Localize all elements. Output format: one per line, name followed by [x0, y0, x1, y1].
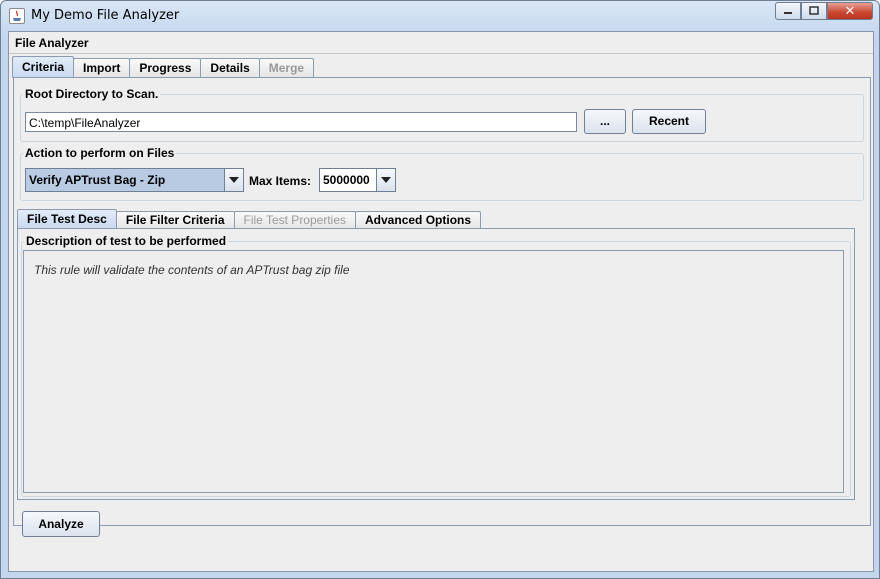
max-items-select[interactable]: 5000000 — [319, 168, 396, 192]
chevron-down-icon[interactable] — [224, 169, 243, 191]
description-text: This rule will validate the contents of … — [34, 263, 350, 277]
tab-advanced-options[interactable]: Advanced Options — [355, 211, 482, 229]
tab-progress[interactable]: Progress — [129, 58, 202, 78]
client-area: File Analyzer Criteria Import Progress D… — [8, 31, 874, 572]
action-select[interactable]: Verify APTrust Bag - Zip — [25, 168, 244, 192]
close-icon: ✕ — [844, 3, 856, 19]
main-tab-bar: Criteria Import Progress Details Merge — [12, 56, 315, 78]
chevron-down-icon[interactable] — [376, 169, 395, 191]
tab-file-filter-criteria[interactable]: File Filter Criteria — [115, 211, 235, 229]
window-controls: ✕ — [775, 2, 873, 22]
root-directory-input[interactable]: C:\temp\FileAnalyzer — [25, 112, 577, 132]
criteria-panel: Root Directory to Scan. C:\temp\FileAnal… — [13, 77, 871, 526]
tab-details[interactable]: Details — [200, 58, 260, 78]
root-directory-group: Root Directory to Scan. C:\temp\FileAnal… — [20, 87, 864, 142]
action-group: Action to perform on Files Verify APTrus… — [20, 146, 864, 201]
description-box: This rule will validate the contents of … — [23, 250, 844, 493]
java-icon — [9, 8, 25, 24]
file-test-desc-panel: Description of test to be performed This… — [17, 228, 855, 500]
minimize-button[interactable] — [775, 2, 801, 20]
minimize-icon — [784, 12, 792, 14]
tab-file-test-properties: File Test Properties — [233, 211, 357, 229]
sub-tab-bar: File Test Desc File Filter Criteria File… — [17, 209, 482, 229]
window-title: My Demo File Analyzer — [31, 8, 180, 23]
tab-import[interactable]: Import — [73, 58, 131, 78]
recent-button[interactable]: Recent — [632, 109, 706, 134]
maximize-icon — [809, 6, 819, 15]
max-items-value: 5000000 — [323, 173, 370, 187]
description-legend: Description of test to be performed — [24, 234, 229, 248]
title-bar[interactable]: My Demo File Analyzer ✕ — [1, 1, 879, 31]
frame-title: File Analyzer — [9, 32, 873, 54]
action-select-value: Verify APTrust Bag - Zip — [26, 169, 224, 191]
tab-file-test-desc[interactable]: File Test Desc — [17, 209, 117, 229]
analyze-button[interactable]: Analyze — [22, 511, 100, 537]
app-window: My Demo File Analyzer ✕ File Analyzer Cr… — [0, 0, 880, 579]
close-button[interactable]: ✕ — [827, 2, 873, 20]
root-directory-legend: Root Directory to Scan. — [23, 87, 161, 101]
maximize-button[interactable] — [801, 2, 827, 20]
tab-criteria[interactable]: Criteria — [12, 56, 75, 78]
tab-merge: Merge — [258, 58, 315, 78]
action-legend: Action to perform on Files — [23, 146, 177, 160]
browse-button[interactable]: ... — [584, 109, 626, 134]
max-items-label: Max Items: — [249, 174, 312, 188]
